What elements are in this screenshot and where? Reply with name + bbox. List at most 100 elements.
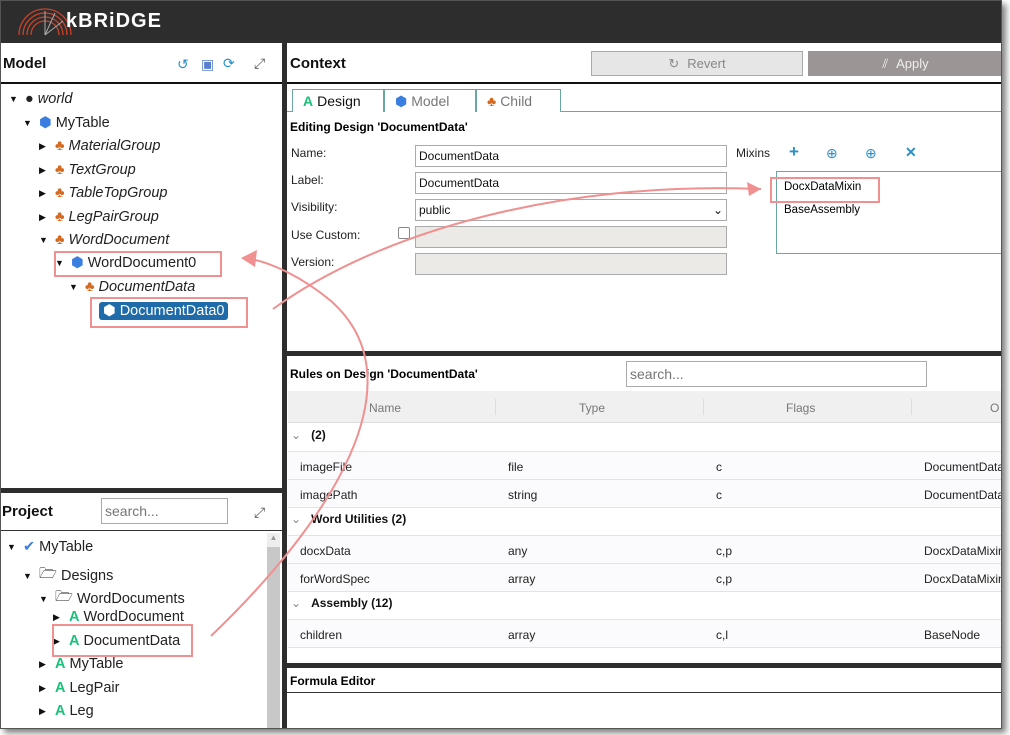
rule-cell: array bbox=[508, 628, 536, 642]
project-tree-node[interactable]: ▶ A WordDocument bbox=[53, 609, 184, 625]
caret-right-icon[interactable]: ▶ bbox=[39, 683, 51, 694]
rule-cell: c bbox=[716, 460, 722, 474]
caret-down-icon[interactable]: ▼ bbox=[39, 235, 51, 245]
refresh-icon[interactable]: ⟳ bbox=[223, 55, 235, 72]
design-icon: A bbox=[55, 656, 66, 672]
model-tree-node[interactable]: ▼ ⬢ WordDocument0 bbox=[55, 255, 196, 271]
design-icon: A bbox=[303, 93, 314, 109]
apply-button[interactable]: ⫽ Apply bbox=[808, 51, 1001, 76]
cube-icon: ⬢ bbox=[71, 255, 84, 271]
caret-right-icon[interactable]: ▶ bbox=[39, 212, 51, 223]
rule-cell: imageFile bbox=[300, 460, 353, 474]
mixins-label: Mixins bbox=[736, 146, 771, 160]
hierarchy-icon: ♣ bbox=[55, 209, 65, 225]
rule-group-header[interactable]: ⌄ Assembly (12) bbox=[291, 596, 591, 610]
caret-right-icon[interactable]: ▶ bbox=[39, 165, 51, 176]
model-tree-node[interactable]: ▶ ♣ TextGroup bbox=[39, 162, 136, 178]
rules-search-input[interactable] bbox=[626, 361, 927, 387]
model-tree-node[interactable]: ▶ ♣ TableTopGroup bbox=[39, 185, 167, 201]
rule-row[interactable] bbox=[288, 480, 1001, 507]
rule-cell: children bbox=[300, 628, 343, 642]
folder-open-icon: 🗁 bbox=[39, 566, 57, 582]
caret-down-icon[interactable]: ▼ bbox=[23, 118, 35, 128]
add-mixin-icon[interactable]: + bbox=[789, 142, 799, 162]
editing-title: Editing Design 'DocumentData' bbox=[290, 120, 468, 134]
model-tree-node[interactable]: ▼ ● world bbox=[9, 91, 72, 107]
model-tree-node[interactable]: ▼ ♣ WordDocument bbox=[39, 232, 169, 248]
mixin-item[interactable]: DocxDataMixin bbox=[784, 181, 861, 193]
chevron-down-icon: ⌄ bbox=[291, 512, 302, 526]
expand-icon[interactable]: ⤢ bbox=[254, 55, 265, 72]
panel-divider[interactable] bbox=[282, 43, 287, 728]
move-up-icon[interactable]: ⊕ bbox=[865, 145, 877, 162]
save-icon[interactable]: ▣ bbox=[201, 56, 214, 73]
column-header-owner[interactable]: O bbox=[990, 401, 999, 415]
rule-row[interactable] bbox=[288, 564, 1001, 591]
rule-cell: forWordSpec bbox=[300, 572, 370, 586]
caret-right-icon[interactable]: ▶ bbox=[39, 141, 51, 152]
project-scrollbar[interactable]: ▲ bbox=[267, 533, 280, 728]
remove-mixin-icon[interactable]: ✕ bbox=[905, 144, 917, 161]
caret-down-icon[interactable]: ▼ bbox=[9, 94, 21, 104]
cube-icon: ⬢ bbox=[39, 115, 52, 131]
tab-model[interactable]: ⬢ Model bbox=[384, 89, 476, 112]
visibility-label: Visibility: bbox=[291, 200, 338, 214]
folder-open-icon: 🗁 bbox=[55, 589, 73, 605]
project-tree-node[interactable]: ▶ A DocumentData bbox=[53, 633, 180, 649]
column-header-flags[interactable]: Flags bbox=[786, 401, 815, 415]
rule-row[interactable] bbox=[288, 452, 1001, 479]
model-tree-node[interactable]: ▶ ♣ MaterialGroup bbox=[39, 138, 160, 154]
cube-icon: ⬢ bbox=[103, 303, 116, 319]
project-search-input[interactable] bbox=[101, 498, 228, 524]
formula-editor-title: Formula Editor bbox=[290, 674, 376, 688]
project-tree-node[interactable]: ▶ A MyTable bbox=[39, 656, 123, 672]
name-input[interactable] bbox=[415, 145, 727, 167]
label-input[interactable] bbox=[415, 172, 727, 194]
context-title: Context bbox=[290, 55, 346, 72]
rule-row[interactable] bbox=[288, 536, 1001, 563]
caret-right-icon[interactable]: ▶ bbox=[53, 612, 65, 623]
caret-down-icon[interactable]: ▼ bbox=[55, 258, 67, 268]
hierarchy-icon: ♣ bbox=[55, 138, 65, 154]
globe-icon: ● bbox=[25, 91, 34, 107]
project-tree-node[interactable]: ▶ A LegPair bbox=[39, 680, 119, 696]
use-custom-checkbox[interactable] bbox=[398, 227, 410, 239]
project-tree-node[interactable]: ▶ A Leg bbox=[39, 703, 94, 719]
expand-icon[interactable]: ⤢ bbox=[254, 504, 265, 521]
revert-button[interactable]: ↻ Revert bbox=[591, 51, 803, 76]
model-tree-node[interactable]: ▼ ⬢ MyTable bbox=[23, 115, 110, 131]
brand-name: kBRiDGE bbox=[66, 10, 162, 32]
move-down-icon[interactable]: ⊕ bbox=[826, 145, 838, 162]
visibility-select[interactable]: public ⌄ bbox=[415, 199, 727, 221]
rule-row[interactable] bbox=[288, 620, 1001, 647]
column-header-type[interactable]: Type bbox=[579, 401, 605, 415]
caret-down-icon[interactable]: ▼ bbox=[23, 571, 35, 581]
caret-right-icon[interactable]: ▶ bbox=[39, 659, 51, 670]
project-tree-node[interactable]: ▼ ✔ MyTable bbox=[7, 539, 93, 555]
chevron-down-icon: ⌄ bbox=[291, 596, 302, 610]
project-tree-node[interactable]: ▼ 🗁 WordDocuments bbox=[39, 586, 185, 611]
tab-design[interactable]: A Design bbox=[292, 89, 384, 112]
project-tree-node[interactable]: ▼ 🗁 Designs bbox=[23, 563, 113, 588]
history-icon[interactable]: ↺ bbox=[177, 56, 189, 73]
tab-child[interactable]: ♣ Child bbox=[476, 89, 561, 112]
check-circle-icon: ✔ bbox=[23, 539, 36, 555]
rule-group-header[interactable]: ⌄ Word Utilities (2) bbox=[291, 512, 591, 526]
mixin-item[interactable]: BaseAssembly bbox=[784, 204, 860, 216]
caret-down-icon[interactable]: ▼ bbox=[39, 594, 51, 604]
version-input bbox=[415, 253, 727, 275]
model-tree-node[interactable]: ▶ ♣ LegPairGroup bbox=[39, 209, 159, 225]
caret-right-icon[interactable]: ▶ bbox=[39, 706, 51, 717]
app-window: kBRiDGE Model ↺ ▣ ⟳ ⤢ ▼ ● world ▼ ⬢ MyTable… bbox=[0, 0, 1002, 729]
column-header-name[interactable]: Name bbox=[369, 401, 401, 415]
model-tree-node[interactable]: ▼ ♣ DocumentData bbox=[69, 279, 195, 295]
rule-cell: imagePath bbox=[300, 488, 358, 502]
caret-right-icon[interactable]: ▶ bbox=[39, 188, 51, 199]
model-tree-node[interactable]: ⬢ DocumentData0 bbox=[83, 302, 229, 320]
rule-group-header[interactable]: ⌄ (2) bbox=[291, 428, 591, 442]
caret-down-icon[interactable]: ▼ bbox=[7, 542, 19, 552]
caret-down-icon[interactable]: ▼ bbox=[69, 282, 81, 292]
mixins-list: DocxDataMixin BaseAssembly bbox=[776, 171, 1001, 254]
hierarchy-icon: ♣ bbox=[55, 162, 65, 178]
caret-right-icon[interactable]: ▶ bbox=[53, 636, 65, 647]
